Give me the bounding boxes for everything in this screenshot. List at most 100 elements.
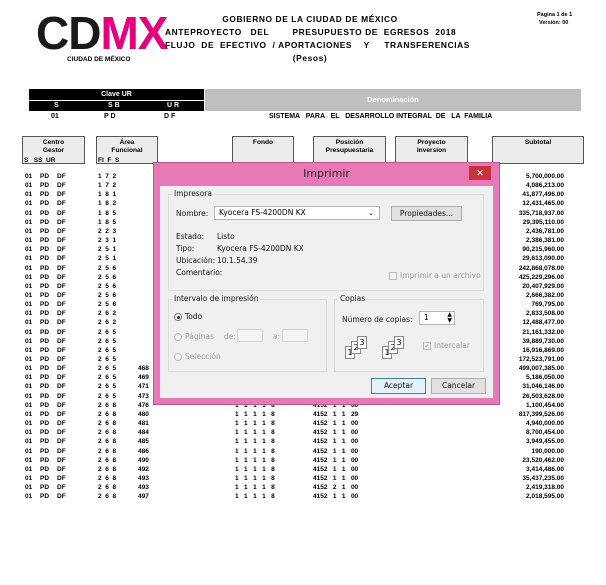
row-area: 1 8 1 (98, 191, 117, 199)
properties-button[interactable]: Propiedades... (391, 206, 462, 221)
row-pp: 468 (138, 365, 149, 373)
row-pp: 490 (138, 456, 149, 464)
row-area: 2 6 5 (98, 337, 117, 345)
row-ur: DF (57, 282, 66, 290)
cancel-button[interactable]: Cancelar (431, 378, 486, 394)
row-area: 2 5 6 (98, 273, 117, 281)
row-subtotal: 12,488,477.00 (522, 319, 564, 327)
close-icon[interactable]: ✕ (469, 166, 491, 180)
table-row: 01 PD DF 2 6 8 490 1 1 1 1 8 4152 1 1 00 23,520… (0, 457, 606, 466)
row-pp: 469 (138, 374, 149, 382)
clave-ur-columns: S S B U R (29, 101, 204, 111)
row-ss: PD (40, 346, 50, 354)
print-dialog[interactable]: Imprimir ✕ Impresora Nombre: Kyocera FS-… (153, 162, 500, 405)
row-area: 1 8 2 (98, 200, 117, 208)
row-fondo: 1 1 1 1 8 (235, 474, 275, 482)
row-s: 01 (25, 484, 33, 492)
row-subtotal: 2,833,508.00 (526, 310, 564, 318)
row-area: 2 5 6 (98, 291, 117, 299)
gov-line-1: GOBIERNO DE LA CIUDAD DE MÉXICO (222, 14, 398, 24)
row-area: 2 6 5 (98, 365, 117, 373)
row-ss: PD (40, 191, 50, 199)
row-area: 2 6 5 (98, 346, 117, 354)
range-to-label: a: (273, 332, 281, 341)
row-fondo: 1 1 1 1 8 (235, 429, 275, 437)
row-subtotal: 1,100,454.00 (526, 401, 564, 409)
row-ur: DF (57, 456, 66, 464)
row-area: 2 6 8 (98, 465, 117, 473)
range-from-label: de: (224, 332, 236, 341)
row-subtotal: 425,229,296.00 (518, 273, 564, 281)
row-ss: PD (40, 383, 50, 391)
row-area: 2 6 5 (98, 328, 117, 336)
location-label: Ubicación: (176, 256, 216, 265)
row-ur: DF (57, 310, 66, 318)
row-subtotal: 4,086,213.00 (526, 182, 564, 190)
row-pp: 485 (138, 438, 149, 446)
accept-button[interactable]: Aceptar (371, 378, 426, 394)
denominacion-value: SISTEMA PARA EL DESARROLLO INTEGRAL DE L… (269, 113, 493, 120)
range-to-input[interactable] (282, 329, 308, 342)
row-ur: DF (57, 291, 66, 299)
col-proyecto: Proyecto Inversion (395, 136, 468, 164)
table-row: 01 PD DF 2 6 8 493 1 1 1 1 8 4152 1 1 00 35,437… (0, 475, 606, 484)
row-ur: DF (57, 182, 66, 190)
row-subtotal: 2,666,382.00 (526, 291, 564, 299)
table-row: 01 PD DF 2 6 8 480 1 1 1 1 8 4152 1 1 29 817,39… (0, 411, 606, 420)
row-ss: PD (40, 264, 50, 272)
row-s: 01 (25, 173, 33, 180)
row-subtotal: 90,215,960.00 (522, 246, 564, 254)
row-ss: PD (40, 465, 50, 473)
row-ur: DF (57, 264, 66, 272)
row-pos: 4152 1 1 00 (313, 438, 359, 446)
copies-group-label: Copias (338, 294, 368, 303)
row-ur: DF (57, 374, 66, 382)
row-subtotal: 3,414,486.00 (526, 465, 564, 473)
printer-group-label: Impresora (172, 189, 214, 198)
clave-ur-value: D F (164, 113, 176, 120)
range-pages-radio[interactable] (174, 333, 182, 341)
range-selection-radio[interactable] (174, 353, 182, 361)
row-ss: PD (40, 291, 50, 299)
printer-name-select[interactable]: Kyocera FS-4200DN KX ⌄ (214, 206, 380, 220)
row-pp: 493 (138, 474, 149, 482)
row-ss: PD (40, 200, 50, 208)
gov-line-4: (Pesos) (292, 53, 328, 63)
range-from-input[interactable] (237, 329, 263, 342)
collate-checkbox[interactable]: ✓ (423, 342, 431, 350)
row-ss: PD (40, 365, 50, 373)
type-label: Tipo: (176, 244, 195, 253)
row-ss: PD (40, 246, 50, 254)
printer-name-label: Nombre: (176, 209, 209, 218)
row-ur: DF (57, 301, 66, 309)
range-all-radio[interactable] (174, 313, 182, 321)
row-area: 2 5 6 (98, 264, 117, 272)
dialog-title: Imprimir (303, 167, 350, 180)
row-pos: 4152 1 1 29 (313, 410, 359, 418)
row-s: 01 (25, 282, 33, 290)
row-area: 2 6 5 (98, 392, 117, 400)
row-ur: DF (57, 474, 66, 482)
col-fondo: Fondo (232, 136, 294, 164)
spinner-icon[interactable]: ▲ ▼ (447, 312, 452, 324)
copies-input[interactable]: 1 ▲ ▼ (419, 311, 455, 325)
row-s: 01 (25, 218, 33, 226)
print-to-file-label: Imprimir a un archivo (400, 271, 481, 280)
row-s: 01 (25, 301, 33, 309)
col-subtotal: Subtotal (492, 136, 584, 164)
table-row: 01 PD DF 2 6 8 481 1 1 1 1 8 4152 1 1 00 4,940,… (0, 420, 606, 429)
row-ss: PD (40, 456, 50, 464)
row-area: 2 5 6 (98, 282, 117, 290)
row-s: 01 (25, 365, 33, 373)
row-pp: 486 (138, 447, 149, 455)
row-fondo: 1 1 1 1 8 (235, 420, 275, 428)
row-ss: PD (40, 420, 50, 428)
row-ur: DF (57, 465, 66, 473)
row-ss: PD (40, 209, 50, 217)
row-subtotal: 16,916,869.00 (522, 346, 564, 354)
row-area: 2 5 1 (98, 255, 117, 263)
collate-label: Intercalar (434, 341, 470, 350)
row-ss: PD (40, 392, 50, 400)
row-subtotal: 12,431,465.00 (522, 200, 564, 208)
print-to-file-checkbox[interactable] (389, 272, 397, 280)
